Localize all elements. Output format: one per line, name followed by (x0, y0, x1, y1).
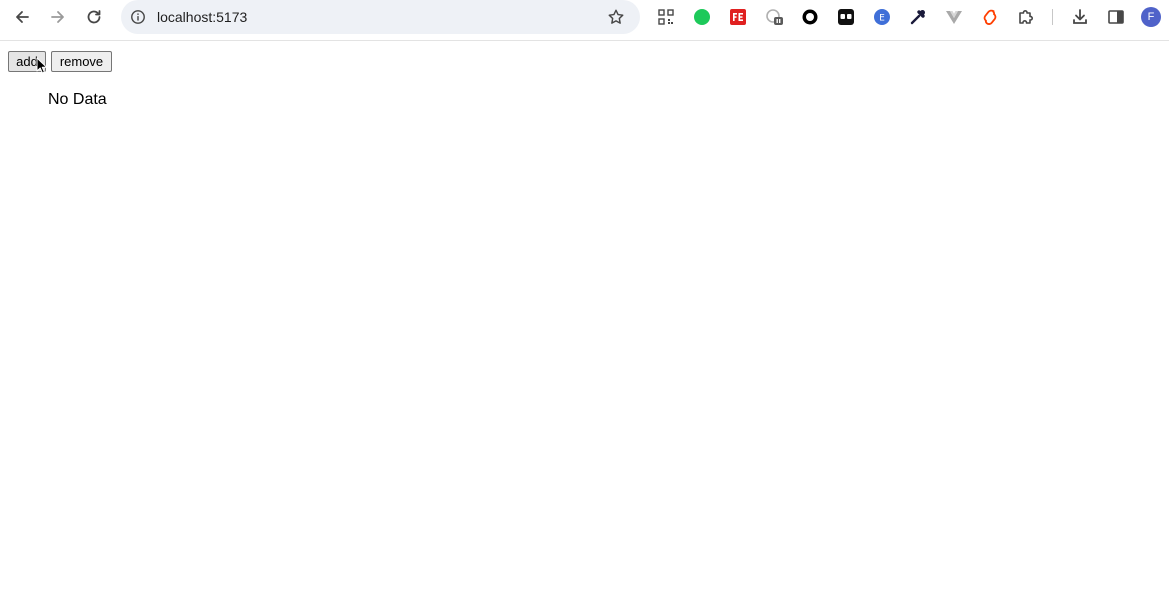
e-extension-icon[interactable]: E (872, 7, 892, 27)
svelte-extension-icon[interactable] (980, 7, 1000, 27)
address-bar[interactable]: localhost:5173 (121, 0, 640, 34)
empty-state-text: No Data (48, 91, 107, 108)
badge-extension-icon[interactable] (764, 7, 784, 27)
mask-extension-icon[interactable] (836, 7, 856, 27)
eyedropper-extension-icon[interactable] (908, 7, 928, 27)
downloads-icon[interactable] (1070, 7, 1090, 27)
fe-extension-icon[interactable] (728, 7, 748, 27)
svg-text:E: E (879, 14, 885, 24)
page-content: add remove No Data (0, 41, 1169, 606)
back-icon (16, 11, 29, 23)
site-info-icon[interactable] (129, 8, 147, 26)
mouse-pointer-icon (36, 57, 47, 74)
remove-button[interactable]: remove (51, 51, 112, 72)
vue-extension-icon[interactable] (944, 7, 964, 27)
side-panel-icon[interactable] (1106, 7, 1126, 27)
profile-avatar[interactable]: F (1141, 7, 1161, 27)
toolbar-divider (1052, 9, 1053, 25)
address-text: localhost:5173 (157, 9, 248, 25)
extensions-puzzle-icon[interactable] (1016, 7, 1036, 27)
circle-extension-icon[interactable] (800, 7, 820, 27)
qr-code-icon[interactable] (656, 7, 676, 27)
back-button[interactable] (9, 4, 35, 30)
reload-button[interactable] (81, 4, 107, 30)
forward-icon (51, 11, 64, 23)
reload-icon (87, 10, 101, 24)
forward-button[interactable] (45, 4, 71, 30)
browser-toolbar: localhost:5173 E F (0, 0, 1169, 41)
green-dot-extension-icon[interactable] (692, 7, 712, 27)
bookmark-star-icon[interactable] (606, 7, 626, 27)
